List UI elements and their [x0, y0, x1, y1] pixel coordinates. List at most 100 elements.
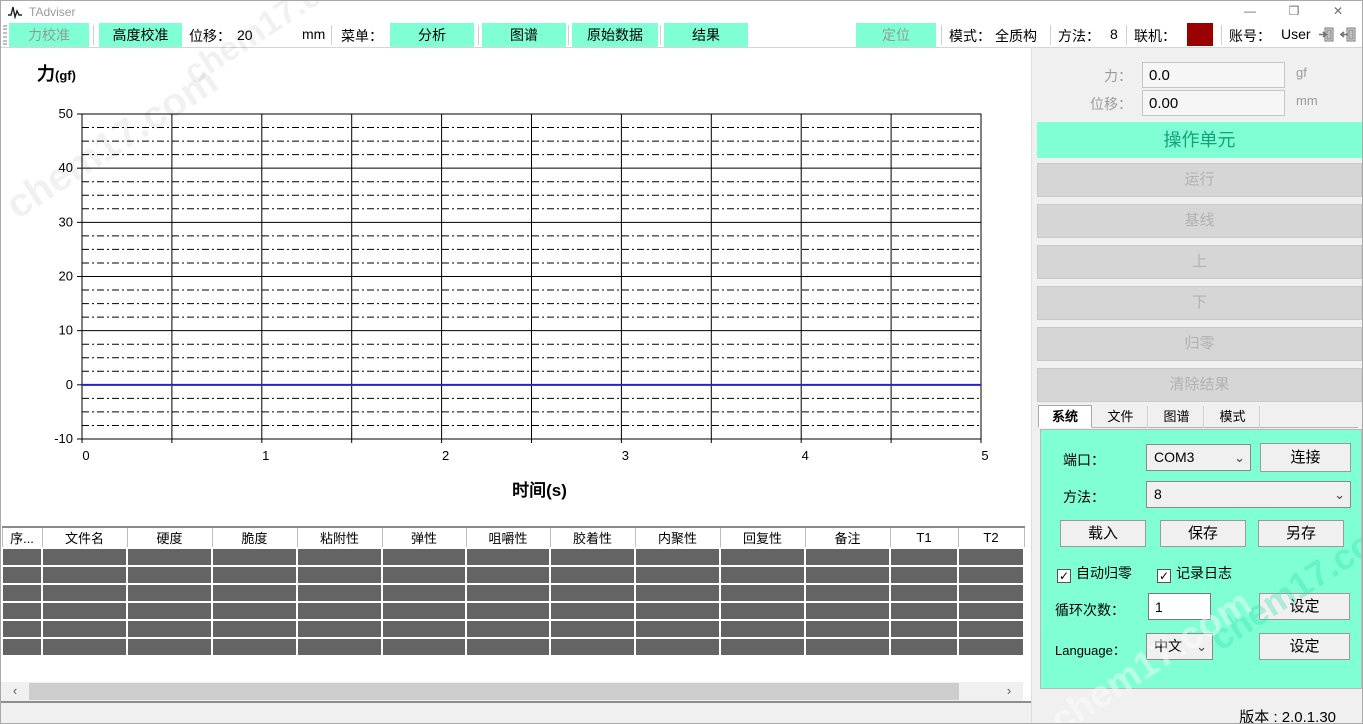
column-header[interactable]: 咀嚼性 [466, 527, 550, 548]
load-button[interactable]: 载入 [1060, 520, 1146, 547]
table-cell [297, 548, 382, 566]
set-language-button[interactable]: 设定 [1259, 633, 1350, 660]
displacement-label: 位移： [189, 26, 231, 46]
table-cell [42, 584, 127, 602]
app-logo-icon [7, 5, 23, 19]
tab-graph[interactable]: 图谱 [1150, 406, 1204, 428]
column-header[interactable]: 硬度 [127, 527, 212, 548]
column-header[interactable]: T1 [890, 527, 958, 548]
column-header[interactable]: 备注 [805, 527, 890, 548]
connect-button[interactable]: 连接 [1260, 443, 1351, 472]
force-readout-field[interactable] [1142, 62, 1285, 88]
method-select-label: 方法： [1063, 487, 1105, 507]
mode-value: 全质构 [995, 26, 1037, 46]
table-cell [466, 566, 550, 584]
chevron-down-icon: ⌄ [1196, 634, 1207, 659]
force-time-plot: -1001020304050012345时间(s) [1, 48, 1031, 526]
results-table: 序...文件名硬度脆度粘附性弹性咀嚼性胶着性内聚性回复性备注T1T2 [1, 526, 1025, 657]
scroll-right-button[interactable]: › [995, 682, 1023, 701]
table-cell [550, 566, 635, 584]
raw-data-button[interactable]: 原始数据 [572, 23, 658, 47]
cycle-count-input[interactable] [1148, 593, 1211, 620]
table-row[interactable] [2, 548, 1024, 566]
force-calibration-button[interactable]: 力校准 [9, 23, 89, 47]
table-cell [42, 548, 127, 566]
table-cell [958, 638, 1024, 656]
svg-text:50: 50 [59, 106, 73, 121]
displacement-input[interactable] [231, 24, 289, 46]
column-header[interactable]: 文件名 [42, 527, 127, 548]
table-horizontal-scrollbar[interactable]: ‹ › [1, 682, 1023, 701]
set-cycle-button[interactable]: 设定 [1259, 593, 1350, 620]
run-button[interactable]: 运行 [1037, 163, 1362, 197]
user-login-icon[interactable] [1318, 26, 1335, 43]
port-select[interactable]: COM3 ⌄ [1146, 444, 1251, 471]
table-cell [466, 584, 550, 602]
up-button[interactable]: 上 [1037, 245, 1362, 279]
window-title: TAdviser [29, 5, 75, 19]
checkbox-icon: ✓ [1057, 569, 1071, 583]
tab-mode[interactable]: 模式 [1206, 406, 1260, 428]
account-label: 账号： [1229, 26, 1271, 46]
settings-tabstrip: 系统 文件 图谱 模式 [1038, 405, 1358, 428]
result-button[interactable]: 结果 [664, 23, 748, 47]
down-button[interactable]: 下 [1037, 286, 1362, 320]
toolbar-grip[interactable] [3, 25, 7, 45]
method-select[interactable]: 8 ⌄ [1146, 481, 1351, 508]
height-calibration-button[interactable]: 高度校准 [99, 23, 182, 47]
table-cell [382, 548, 466, 566]
tab-file[interactable]: 文件 [1094, 406, 1148, 428]
minimize-button[interactable]: — [1230, 1, 1270, 22]
menu-label: 菜单： [341, 26, 383, 46]
displacement-readout-field[interactable] [1142, 90, 1285, 116]
table-row[interactable] [2, 620, 1024, 638]
table-cell [635, 548, 720, 566]
maximize-button[interactable]: ❐ [1274, 1, 1314, 22]
user-logout-icon[interactable] [1340, 26, 1357, 43]
close-button[interactable]: ✕ [1318, 1, 1358, 22]
column-header[interactable]: 序... [2, 527, 42, 548]
language-select[interactable]: 中文 ⌄ [1146, 633, 1213, 660]
analysis-button[interactable]: 分析 [390, 23, 474, 47]
svg-text:4: 4 [802, 448, 809, 463]
svg-text:-10: -10 [54, 431, 73, 446]
chevron-down-icon: ⌄ [1334, 482, 1345, 507]
column-header[interactable]: T2 [958, 527, 1024, 548]
chart-canvas: 力(gf) -1001020304050012345时间(s) [1, 48, 1031, 526]
auto-zero-checkbox[interactable]: ✓自动归零 [1057, 563, 1132, 583]
force-readout-label: 力： [1062, 66, 1132, 86]
graph-button[interactable]: 图谱 [482, 23, 566, 47]
column-header[interactable]: 内聚性 [635, 527, 720, 548]
table-cell [635, 638, 720, 656]
operate-unit-button[interactable]: 操作单元 [1037, 122, 1362, 158]
table-row[interactable] [2, 638, 1024, 656]
table-cell [890, 548, 958, 566]
column-header[interactable]: 粘附性 [297, 527, 382, 548]
table-cell [805, 620, 890, 638]
scrollbar-thumb[interactable] [29, 683, 959, 700]
clear-results-button[interactable]: 清除结果 [1037, 368, 1362, 402]
scroll-left-button[interactable]: ‹ [1, 682, 29, 701]
table-cell [635, 620, 720, 638]
table-row[interactable] [2, 566, 1024, 584]
table-row[interactable] [2, 584, 1024, 602]
baseline-button[interactable]: 基线 [1037, 204, 1362, 238]
column-header[interactable]: 回复性 [720, 527, 805, 548]
svg-text:5: 5 [981, 448, 988, 463]
zero-button[interactable]: 归零 [1037, 327, 1362, 361]
version-label: 版本 : 2.0.1.30 [1239, 706, 1336, 724]
column-header[interactable]: 胶着性 [550, 527, 635, 548]
table-cell [127, 566, 212, 584]
scroll-left-icon: ‹ [13, 683, 17, 698]
column-header[interactable]: 脆度 [212, 527, 297, 548]
positioning-button[interactable]: 定位 [856, 23, 936, 47]
save-as-button[interactable]: 另存 [1258, 520, 1344, 547]
svg-text:20: 20 [59, 269, 73, 284]
method-value: 8 [1110, 26, 1118, 42]
column-header[interactable]: 弹性 [382, 527, 466, 548]
table-row[interactable] [2, 602, 1024, 620]
log-checkbox[interactable]: ✓记录日志 [1157, 563, 1232, 583]
tab-system[interactable]: 系统 [1038, 405, 1092, 428]
svg-text:2: 2 [442, 448, 449, 463]
save-button[interactable]: 保存 [1160, 520, 1246, 547]
